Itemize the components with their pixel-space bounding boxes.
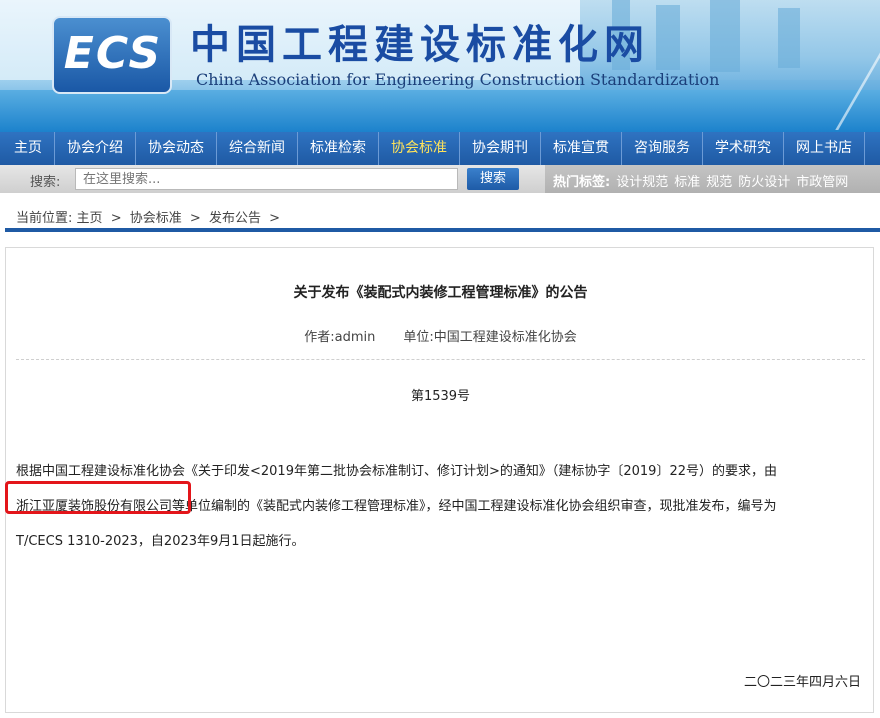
- meta-divider: [16, 359, 865, 360]
- breadcrumb-link-standards[interactable]: 协会标准: [130, 211, 182, 226]
- hot-tags-label: 热门标签:: [553, 175, 611, 190]
- nav-item-standard-search[interactable]: 标准检索: [298, 132, 379, 165]
- publish-date: 二〇二三年四月六日: [743, 675, 861, 690]
- highlight-annotation-box: [5, 481, 191, 514]
- nav-item-bookstore[interactable]: 网上书店: [784, 132, 865, 165]
- article-panel: 关于发布《装配式内装修工程管理标准》的公告 作者:admin 单位:中国工程建设标…: [5, 247, 874, 713]
- article-author: 作者:admin: [304, 330, 376, 345]
- hot-tag[interactable]: 标准: [674, 175, 700, 190]
- hot-tag[interactable]: 防火设计: [738, 175, 790, 190]
- hot-tag[interactable]: 规范: [706, 175, 732, 190]
- nav-item-about[interactable]: 协会介绍: [55, 132, 136, 165]
- breadcrumb-link-announcements[interactable]: 发布公告: [209, 211, 261, 226]
- document-number: 第1539号: [410, 389, 471, 404]
- hot-tags-area: 热门标签: 设计规范 标准 规范 防火设计 市政管网: [545, 165, 880, 193]
- nav-item-association-standards[interactable]: 协会标准: [379, 132, 460, 165]
- breadcrumb-prefix: 当前位置:: [16, 211, 73, 226]
- nav-item-home[interactable]: 主页: [0, 132, 55, 165]
- main-nav: 主页 协会介绍 协会动态 综合新闻 标准检索 协会标准 协会期刊 标准宣贯 咨询…: [0, 132, 880, 165]
- breadcrumb-separator: >: [189, 211, 201, 226]
- search-button[interactable]: 搜索: [467, 168, 519, 190]
- hot-tag[interactable]: 市政管网: [796, 175, 848, 190]
- article-meta: 作者:admin 单位:中国工程建设标准化协会: [6, 326, 875, 345]
- nav-item-research[interactable]: 学术研究: [703, 132, 784, 165]
- nav-item-news-association[interactable]: 协会动态: [136, 132, 217, 165]
- breadcrumb-divider: [5, 228, 880, 232]
- article-body-line: T/CECS 1310-2023，自2023年9月1日起施行。: [16, 534, 305, 549]
- search-bar: 搜索: 搜索 热门标签: 设计规范标准规范防火设计市政管网: [0, 165, 880, 193]
- hot-tags: 热门标签: 设计规范 标准 规范 防火设计 市政管网: [553, 171, 848, 190]
- breadcrumb: 当前位置: 主页 > 协会标准 > 发布公告 >: [16, 207, 284, 226]
- nav-item-general-news[interactable]: 综合新闻: [217, 132, 298, 165]
- breadcrumb-separator: >: [110, 211, 122, 226]
- nav-item-journal[interactable]: 协会期刊: [460, 132, 541, 165]
- site-subtitle: China Association for Engineering Constr…: [196, 70, 720, 89]
- logo-text: ECS: [63, 28, 163, 79]
- breadcrumb-separator: >: [269, 211, 280, 226]
- search-input[interactable]: [75, 168, 458, 190]
- nav-item-consulting[interactable]: 咨询服务: [622, 132, 703, 165]
- hot-tag[interactable]: 设计规范: [616, 175, 668, 190]
- search-label: 搜索:: [30, 175, 61, 190]
- article-title: 关于发布《装配式内装修工程管理标准》的公告: [293, 285, 588, 301]
- header-banner: ECS 中国工程建设标准化网 China Association for Eng…: [0, 0, 880, 132]
- site-title: 中国工程建设标准化网: [190, 21, 650, 68]
- nav-item-publicity[interactable]: 标准宣贯: [541, 132, 622, 165]
- breadcrumb-link-home[interactable]: 主页: [77, 211, 103, 226]
- site-logo[interactable]: ECS: [52, 8, 178, 100]
- article-unit: 单位:中国工程建设标准化协会: [403, 330, 577, 345]
